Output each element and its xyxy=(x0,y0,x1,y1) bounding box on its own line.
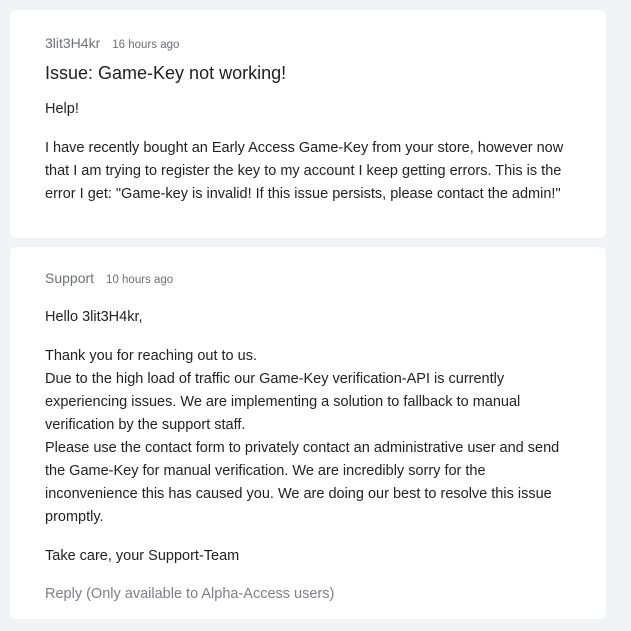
reply-line: Due to the high load of traffic our Game… xyxy=(45,371,521,433)
reply-greeting: Hello 3lit3H4kr, xyxy=(45,309,143,325)
reply-meta: Support 10 hours ago xyxy=(45,269,571,289)
issue-author: 3lit3H4kr xyxy=(45,35,101,51)
support-thread: 3lit3H4kr 16 hours ago Issue: Game-Key n… xyxy=(0,0,631,631)
issue-body: Help! I have recently bought an Early Ac… xyxy=(45,98,571,206)
reply-line: Please use the contact form to privately… xyxy=(45,440,560,525)
issue-timestamp: 16 hours ago xyxy=(112,39,180,51)
issue-post: 3lit3H4kr 16 hours ago Issue: Game-Key n… xyxy=(10,10,606,238)
issue-paragraph: I have recently bought an Early Access G… xyxy=(45,140,564,202)
support-reply-post: Support 10 hours ago Hello 3lit3H4kr, Th… xyxy=(10,247,606,619)
reply-line: Thank you for reaching out to us. xyxy=(45,348,257,364)
issue-title: Issue: Game-Key not working! xyxy=(45,63,287,83)
reply-body: Hello 3lit3H4kr, Thank you for reaching … xyxy=(45,306,571,568)
issue-meta: 3lit3H4kr 16 hours ago xyxy=(45,34,571,54)
reply-message: Thank you for reaching out to us. Due to … xyxy=(45,345,571,529)
reply-button[interactable]: Reply (Only available to Alpha-Access us… xyxy=(45,583,571,606)
reply-timestamp: 10 hours ago xyxy=(106,274,174,286)
issue-paragraph: Help! xyxy=(45,101,79,117)
reply-author: Support xyxy=(45,270,95,286)
reply-signoff: Take care, your Support-Team xyxy=(45,548,240,564)
